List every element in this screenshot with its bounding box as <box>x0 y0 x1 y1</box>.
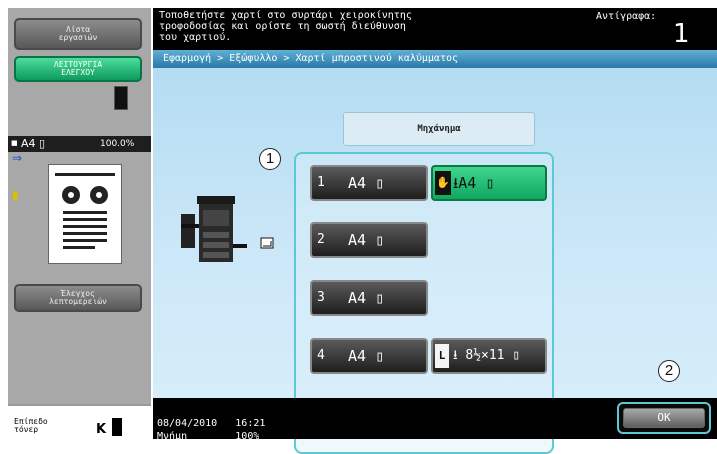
tray-number: 3 <box>317 290 325 305</box>
copier-machine-icon <box>181 196 274 262</box>
tray-number: 4 <box>317 348 325 363</box>
lct-key: L <box>435 344 449 368</box>
tray-number: 2 <box>317 232 325 247</box>
bypass-paper-label: ⭳A4 ▯ <box>453 174 495 192</box>
copier-screen: Λίστα εργασιών ΛΕΙΤΟΥΡΓΙΑ ΕΛΕΓΧΟΥ ■ A4 ▯… <box>0 0 717 454</box>
tray-4-button[interactable]: 4 A4 ▯ <box>310 338 428 374</box>
date-display: 08/04/2010 <box>157 418 218 429</box>
message-bar: Τοποθετήστε χαρτί στο συρτάρι χειροκίνητ… <box>153 8 717 50</box>
hand-icon: ✋ <box>435 171 451 195</box>
breadcrumb: Εφαρμογή > Εξώφυλλο > Χαρτί μπροστινού κ… <box>153 50 717 68</box>
document-preview-graphic <box>55 173 115 249</box>
utility-button[interactable]: ΛΕΙΤΟΥΡΓΙΑ ΕΛΕΓΧΟΥ <box>14 56 142 82</box>
toner-level: Επίπεδο τόνερ K <box>8 404 151 441</box>
zoom-status: 100.0% <box>100 139 135 149</box>
output-tray-icon: ▮ <box>12 188 19 202</box>
callout-1: 1 <box>259 148 281 170</box>
bypass-tray-button[interactable]: ✋ ⭳A4 ▯ <box>431 165 547 201</box>
tray-paper-label: A4 ▯ <box>348 231 385 249</box>
memory-status: Μνήμη 100% <box>157 431 259 439</box>
ok-button[interactable]: OK <box>623 408 705 428</box>
copies-label: Αντίγραφα: <box>596 11 657 22</box>
detail-check-button[interactable]: Έλεγχος λεπτομερειών <box>14 284 142 312</box>
lct-tray-button[interactable]: L ⭳ 8½×11 ▯ <box>431 338 547 374</box>
paper-size-status: A4 ▯ <box>21 137 46 150</box>
instruction-message: Τοποθετήστε χαρτί στο συρτάρι χειροκίνητ… <box>159 10 412 43</box>
document-preview <box>48 164 122 264</box>
callout-2: 2 <box>658 360 680 382</box>
scan-to-paper-icon: ⇒ <box>12 151 23 165</box>
tray-1-button[interactable]: 1 A4 ▯ <box>310 165 428 201</box>
lct-paper-label: ⭳ 8½×11 ▯ <box>453 348 521 363</box>
status-bar: 08/04/2010 16:21 Μνήμη 100% OK <box>153 398 717 439</box>
tray-3-button[interactable]: 3 A4 ▯ <box>310 280 428 316</box>
datetime: 08/04/2010 16:21 <box>157 418 265 429</box>
tray-number: 1 <box>317 175 325 190</box>
tray-2-button[interactable]: 2 A4 ▯ <box>310 222 428 258</box>
ok-highlight-frame: OK <box>617 402 711 434</box>
toner-level-bar <box>112 418 122 436</box>
memory-label: Μνήμη <box>157 431 188 439</box>
memory-gauge-icon <box>114 86 128 110</box>
paper-status-bar: ■ A4 ▯ 100.0% <box>8 136 151 152</box>
preview-area: ⇒ ▮ <box>10 152 151 283</box>
toner-label: Επίπεδο τόνερ <box>14 417 48 434</box>
memory-value: 100% <box>235 431 260 439</box>
copies-count: 1 <box>673 19 690 49</box>
toner-color-label: K <box>96 422 107 437</box>
machine-header: Μηχάνημα <box>343 112 535 146</box>
tray-paper-label: A4 ▯ <box>348 289 385 307</box>
left-panel: Λίστα εργασιών ΛΕΙΤΟΥΡΓΙΑ ΕΛΕΓΧΟΥ ■ A4 ▯… <box>8 8 151 441</box>
job-list-button[interactable]: Λίστα εργασιών <box>14 18 142 50</box>
tray-paper-label: A4 ▯ <box>348 174 385 192</box>
paper-indicator-icon: ■ <box>11 139 18 147</box>
time-display: 16:21 <box>235 418 266 429</box>
paper-selection-area: Μηχάνημα 1 1 A4 ▯ 2 A4 ▯ 3 A4 ▯ 4 A4 ▯ ✋… <box>153 68 717 454</box>
tray-paper-label: A4 ▯ <box>348 347 385 365</box>
